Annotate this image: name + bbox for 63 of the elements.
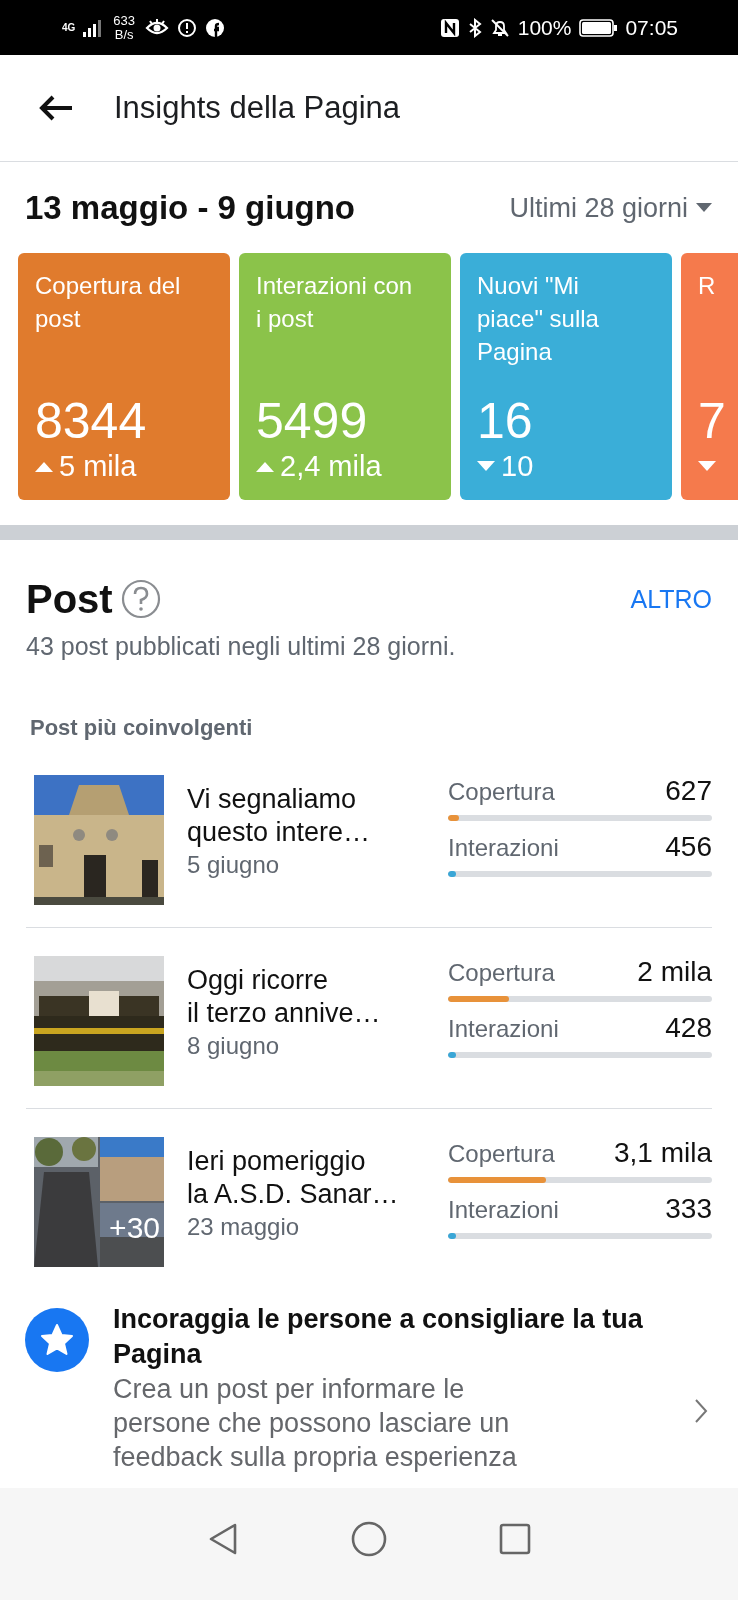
card-change: 2,4 mila [280,449,382,483]
speed-value: 633 [113,13,136,28]
promo-row[interactable]: Incoraggia le persone a consigliare la tua Pagina Crea un post per informare le persone che possono lasciare un feedback sulla propria esperienza [0,1290,738,1474]
post-date: 23 maggio [187,1213,301,1241]
metric-value: 3,1 mila [613,1137,712,1169]
card-label: Copertura del post [35,271,182,334]
network-label: 4G [62,22,76,33]
card-value: 16 [477,394,534,448]
metric-value: 2 mila [637,956,712,988]
chevron-right-icon [694,1398,708,1424]
subheading: Post più coinvolgenti [30,715,254,741]
metric-label: Interazioni [448,1015,559,1043]
nfc-icon [439,17,460,38]
post-title: Vi segnaliamo questo intere… [187,783,372,849]
card-value: 5499 [256,394,369,448]
recents-icon[interactable] [499,1523,531,1555]
back-button[interactable] [38,94,74,122]
app-icon [205,17,226,38]
bell-off-icon [489,17,510,38]
promo-title: Incoraggia le persone a consigliare la tua Pagina [113,1303,644,1371]
back-icon[interactable] [207,1522,239,1556]
battery-icon [579,18,618,37]
metric-value: 428 [665,1012,712,1044]
metric-label: Copertura [448,778,555,806]
card-label: Nuovi "Mi piace" sulla Pagina [477,271,600,367]
metric-value: 333 [665,1193,712,1225]
post-date: 5 giugno [187,851,281,879]
metric-card[interactable]: Copertura del post 8344 5 mila [18,253,230,500]
posts-summary: 43 post pubblicati negli ultimi 28 giorni. [26,632,457,661]
bluetooth-icon [467,17,482,38]
speed-unit: B/s [114,27,134,42]
card-label: R [698,271,717,301]
section-title: Post [26,576,113,622]
card-value: 8344 [35,394,148,448]
clock: 07:05 [625,15,678,40]
metric-label: Interazioni [448,1196,559,1224]
caret-icon [696,203,712,213]
battery-percent: 100% [517,15,572,40]
help-icon[interactable] [120,579,161,619]
post-title: Ieri pomeriggio la A.S.D. Sanar… [187,1145,400,1211]
post-title: Oggi ricorre il terzo annive… [187,964,382,1030]
alert-icon [177,17,198,38]
post-row[interactable]: +30 Ieri pomeriggio la A.S.D. Sanar… 23 maggio Copertura 3,1 mila Interazioni 333 [26,1109,712,1290]
card-value: 7 [698,394,727,448]
metric-label: Copertura [448,1140,555,1168]
page-title: Insights della Pagina [114,90,401,126]
card-change: 5 mila [59,449,137,483]
date-range: 13 maggio - 9 giugno [25,189,356,227]
card-label: Interazioni con i post [256,271,414,334]
post-row[interactable]: Oggi ricorre il terzo annive… 8 giugno Copertura 2 mila Interazioni 428 [26,928,712,1109]
more-link[interactable]: ALTRO [630,584,712,614]
metric-label: Interazioni [448,834,559,862]
photo-count: +30 [109,1211,160,1245]
post-date: 8 giugno [187,1032,281,1060]
metric-value: 627 [665,775,712,807]
home-icon[interactable] [351,1521,387,1557]
metric-label: Copertura [448,959,555,987]
card-change: 10 [501,449,534,483]
metric-value: 456 [665,831,712,863]
promo-text: Crea un post per informare le persone che possono lasciare un feedback sulla propria esperienza [113,1373,518,1474]
post-row[interactable]: Vi segnaliamo questo intere… 5 giugno Copertura 627 Interazioni 456 [26,747,712,928]
signal-icon [83,18,104,37]
period-dropdown[interactable]: Ultimi 28 giorni [509,192,712,224]
